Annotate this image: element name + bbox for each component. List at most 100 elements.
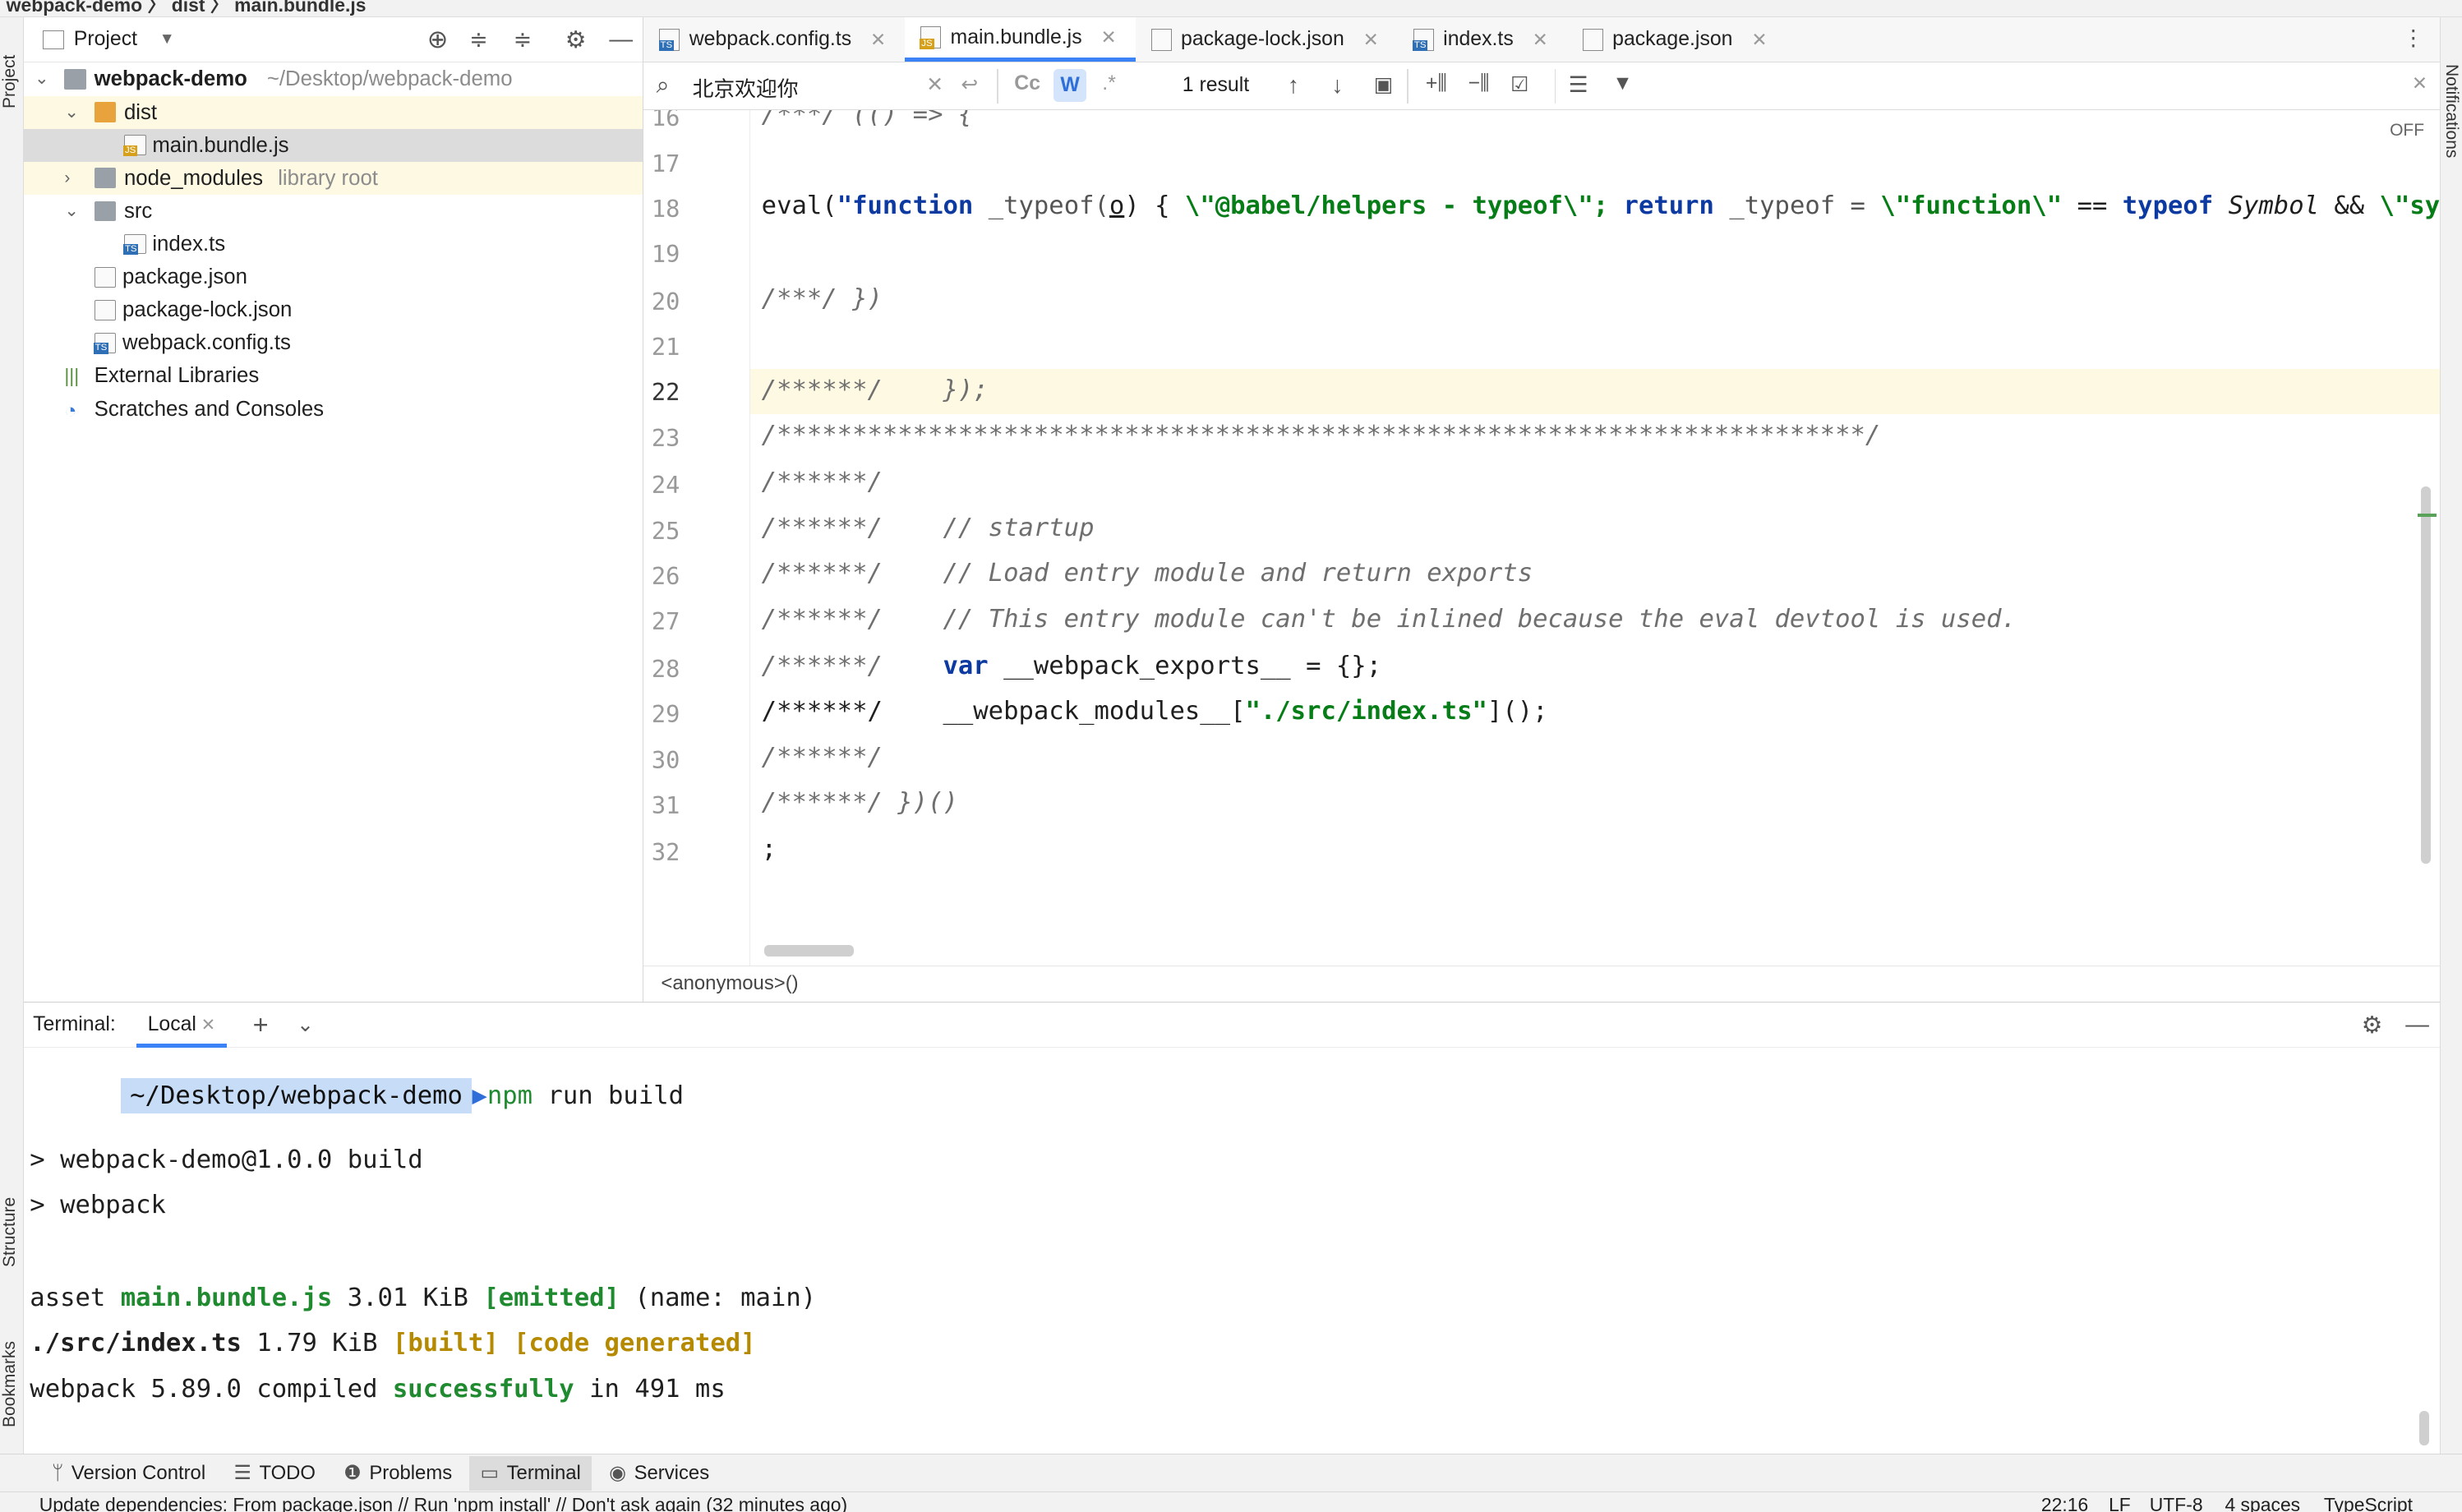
- arrow-up-icon[interactable]: ↑: [1288, 72, 1299, 99]
- status-message[interactable]: Update dependencies: From package.json /…: [39, 1494, 847, 1512]
- tree-item-label: Scratches and Consoles: [94, 397, 325, 421]
- tree-item-package-json[interactable]: package.json: [24, 260, 643, 293]
- tree-item-external-libraries[interactable]: ||| External Libraries: [24, 359, 643, 392]
- minimize-icon[interactable]: —: [609, 26, 633, 53]
- line-number: 27: [651, 607, 680, 636]
- chevron-down-icon[interactable]: ⌄: [64, 96, 83, 129]
- term-token: successfully: [392, 1374, 574, 1404]
- current-line-highlight: [750, 368, 2441, 415]
- tree-item-label: index.ts: [152, 232, 226, 256]
- chevron-down-icon[interactable]: ⌄: [64, 195, 83, 228]
- tab-terminal-local[interactable]: Local ✕: [136, 1003, 227, 1049]
- code-token: // Load entry module and return exports: [943, 559, 1533, 588]
- close-icon[interactable]: ✕: [1363, 29, 1379, 51]
- close-icon[interactable]: ✕: [2412, 72, 2427, 94]
- new-tab-icon[interactable]: +: [253, 1010, 269, 1040]
- gear-icon[interactable]: ⚙: [565, 25, 587, 54]
- tree-item-webpack-demo[interactable]: ⌄ webpack-demo ~/Desktop/webpack-demo: [24, 62, 643, 95]
- terminal-scrollbar[interactable]: [2419, 1410, 2429, 1445]
- filter-options-icon[interactable]: ☰: [1569, 72, 1588, 98]
- vertical-scrollbar[interactable]: [2421, 486, 2431, 864]
- chevron-down-icon[interactable]: ⌄: [297, 1012, 314, 1037]
- ts-file-icon: TS: [658, 28, 680, 52]
- code-line-16: /***/ (() => {: [761, 109, 974, 130]
- project-panel-title[interactable]: Project: [74, 28, 137, 51]
- tree-item-scratches[interactable]: ◔ Scratches and Consoles: [24, 393, 643, 426]
- caret-position[interactable]: 22:16: [2041, 1494, 2088, 1512]
- file-encoding[interactable]: UTF-8: [2150, 1494, 2203, 1512]
- code-breadcrumb[interactable]: <anonymous>(): [643, 966, 2441, 1003]
- select-occurrence-icon[interactable]: ☑: [1510, 72, 1528, 97]
- whole-words-toggle[interactable]: W: [1053, 69, 1087, 103]
- tab-main-bundle[interactable]: JS main.bundle.js ✕: [905, 17, 1136, 62]
- horizontal-scrollbar[interactable]: [764, 945, 855, 957]
- language-indicator[interactable]: TypeScript: [2324, 1494, 2413, 1512]
- chevron-down-icon[interactable]: ▼: [159, 30, 175, 48]
- close-icon[interactable]: ✕: [1751, 29, 1767, 51]
- project-tool-button[interactable]: Project: [0, 54, 20, 108]
- code-editor[interactable]: 16 17 18 19 20 21 22 23 24 25 26 27 28 2…: [643, 109, 2441, 966]
- gear-icon[interactable]: ⚙: [2362, 1011, 2383, 1040]
- code-token: o: [1109, 191, 1125, 221]
- add-selection-icon[interactable]: +⫼: [1426, 72, 1447, 95]
- branch-icon: ᛘ: [52, 1461, 64, 1484]
- code-token: return: [1608, 191, 1714, 221]
- tab-label: package-lock.json: [1181, 28, 1344, 51]
- code-token: var: [943, 651, 989, 680]
- json-file-icon: [1582, 28, 1603, 51]
- collapse-all-icon[interactable]: ≑: [514, 27, 532, 53]
- line-number: 25: [651, 516, 680, 545]
- line-separator[interactable]: LF: [2109, 1494, 2131, 1512]
- clear-search-icon[interactable]: ✕: [926, 72, 943, 97]
- close-icon[interactable]: ✕: [870, 29, 886, 51]
- tab-label: main.bundle.js: [950, 25, 1082, 48]
- tab-index-ts[interactable]: TS index.ts ✕: [1398, 17, 1567, 62]
- reader-mode-off[interactable]: OFF: [2390, 121, 2424, 141]
- tool-terminal[interactable]: ▭ Terminal: [469, 1455, 592, 1491]
- expand-all-icon[interactable]: ≑: [469, 27, 487, 53]
- code-token: /******/: [761, 559, 943, 588]
- tab-package-lock[interactable]: package-lock.json ✕: [1136, 17, 1398, 62]
- code-token: &&: [2319, 191, 2380, 221]
- chevron-down-icon[interactable]: ⌄: [35, 62, 53, 95]
- chevron-right-icon[interactable]: ›: [64, 162, 83, 195]
- tree-item-main-bundle[interactable]: JS main.bundle.js: [23, 128, 643, 162]
- project-tree: ⌄ webpack-demo ~/Desktop/webpack-demo ⌄ …: [23, 62, 643, 426]
- tool-label: Services: [634, 1461, 710, 1484]
- tab-webpack-config[interactable]: TS webpack.config.ts ✕: [643, 17, 905, 62]
- code-line-27: /******/ // This entry module can't be i…: [762, 605, 2017, 634]
- close-icon[interactable]: ✕: [1101, 26, 1117, 48]
- close-icon[interactable]: ✕: [1533, 29, 1548, 51]
- minimize-icon[interactable]: —: [2405, 1012, 2429, 1039]
- tree-item-node-modules[interactable]: › node_modules library root: [23, 161, 643, 195]
- locate-icon[interactable]: ⊕: [427, 25, 449, 54]
- tool-problems[interactable]: ❶ Problems: [333, 1456, 463, 1491]
- notifications-tool-button[interactable]: Notifications: [2441, 64, 2461, 158]
- tree-item-dist[interactable]: ⌄ dist: [23, 95, 643, 129]
- remove-selection-icon[interactable]: −⫼: [1468, 72, 1489, 95]
- search-input[interactable]: 北京欢迎你: [693, 72, 799, 103]
- structure-tool-button[interactable]: Structure: [0, 1197, 20, 1267]
- tree-item-webpack-config[interactable]: TS webpack.config.ts: [24, 326, 643, 359]
- filter-icon[interactable]: ▼: [1612, 72, 1633, 95]
- indent-setting[interactable]: 4 spaces: [2225, 1494, 2300, 1512]
- tree-item-src[interactable]: ⌄ src: [24, 195, 643, 228]
- select-all-occurrences-icon[interactable]: ▣: [1374, 72, 1393, 97]
- close-icon[interactable]: ✕: [201, 1016, 216, 1035]
- term-token: (name: main): [619, 1284, 817, 1313]
- tree-item-index-ts[interactable]: TS index.ts: [24, 228, 643, 260]
- tool-version-control[interactable]: ᛘ Version Control: [41, 1456, 217, 1491]
- bookmarks-tool-button[interactable]: Bookmarks: [0, 1341, 20, 1427]
- tool-services[interactable]: ◉ Services: [598, 1456, 721, 1491]
- terminal-line: ./src/index.ts 1.79 KiB [built] [code ge…: [30, 1329, 755, 1358]
- tab-package-json[interactable]: package.json ✕: [1567, 17, 1787, 62]
- ts-file-icon: TS: [123, 233, 146, 256]
- history-icon[interactable]: ↩: [961, 72, 978, 97]
- match-case-toggle[interactable]: Cc: [1014, 72, 1040, 95]
- code-token: /***/ }): [761, 284, 883, 313]
- tree-item-package-lock[interactable]: package-lock.json: [24, 293, 643, 326]
- arrow-down-icon[interactable]: ↓: [1331, 72, 1343, 99]
- regex-toggle[interactable]: .*: [1102, 72, 1116, 95]
- more-tabs-icon[interactable]: ⋮: [2402, 25, 2424, 51]
- tool-todo[interactable]: ☰ TODO: [223, 1456, 326, 1491]
